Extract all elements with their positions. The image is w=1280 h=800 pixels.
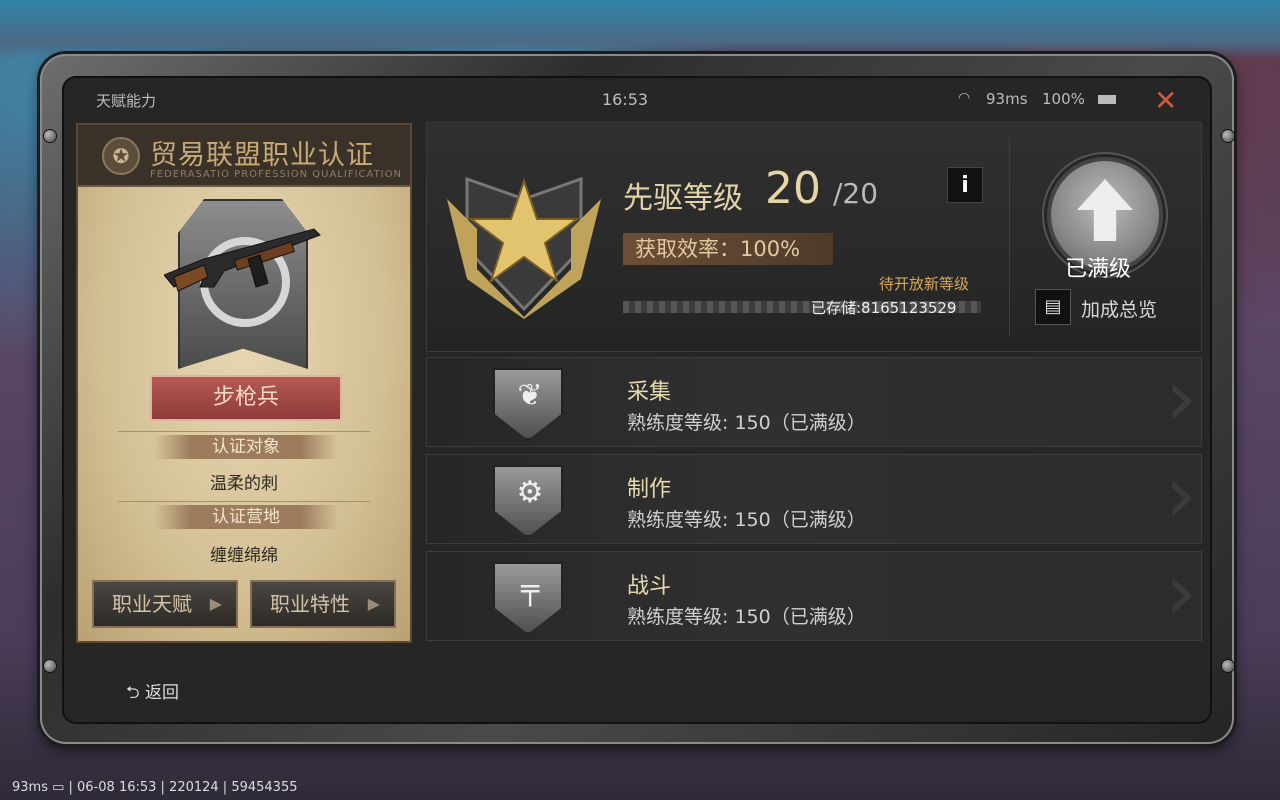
skill-name: 制作 [627, 477, 672, 502]
divider [118, 501, 370, 502]
class-name-badge: 步枪兵 [150, 375, 342, 421]
camp-value: 缠缠绵绵 [210, 546, 278, 566]
pioneer-level-label: 先驱等级 [623, 181, 743, 216]
arrow-up-icon [1077, 179, 1133, 241]
background-sky [0, 0, 1280, 60]
clock: 16:53 [602, 90, 649, 109]
chevron-right-icon: ▶ [209, 594, 222, 613]
rifle-icon [164, 228, 321, 292]
class-trait-button[interactable]: 职业特性 ▶ [250, 580, 396, 628]
certification-title: 贸易联盟职业认证 [150, 140, 374, 171]
battery-icon [1098, 95, 1116, 104]
frame-bolt [44, 130, 56, 142]
divider [1009, 137, 1010, 337]
efficiency-badge: 获取效率：100% [623, 233, 833, 265]
ping-value: 93ms [986, 90, 1028, 108]
federation-logo-icon: ✪ [102, 137, 140, 175]
screen-title: 天赋能力 [96, 92, 157, 110]
stored-experience: 已存储:8165123529 [811, 299, 957, 317]
smg-icon: ╤ [493, 562, 563, 634]
clipboard-icon: ▤ [1035, 289, 1071, 325]
target-label: 认证对象 [154, 435, 338, 459]
info-button[interactable]: i [947, 167, 983, 203]
target-value: 温柔的刺 [210, 474, 278, 494]
certification-subtitle: FEDERASATIO PROFESSION QUALIFICATION [150, 169, 402, 180]
class-talent-label: 职业天赋 [112, 592, 192, 616]
wifi-icon: ◠ [958, 90, 971, 106]
chevron-right-icon: › [1165, 351, 1197, 444]
chevron-right-icon: › [1165, 545, 1197, 638]
chevron-right-icon: › [1165, 448, 1197, 541]
status-bar: 天赋能力 16:53 ◠ 93ms 100% ✕ [62, 84, 1212, 117]
leaf-icon: ❦ [493, 368, 563, 440]
back-button[interactable]: ⮌ 返回 [126, 678, 179, 709]
divider [118, 431, 370, 432]
star-rank-badge-icon [447, 176, 601, 319]
certification-panel: ✪ 贸易联盟职业认证 FEDERASATIO PROFESSION QUALIF… [76, 123, 412, 643]
skill-name: 战斗 [627, 574, 672, 599]
close-button[interactable]: ✕ [1154, 84, 1177, 117]
camp-label: 认证营地 [154, 505, 338, 529]
skill-name: 采集 [627, 380, 672, 405]
skill-proficiency: 熟练度等级: 150（已满级） [627, 509, 866, 531]
battery-percent: 100% [1042, 90, 1085, 108]
pioneer-level-max: /20 [833, 177, 879, 210]
pioneer-level-card: 先驱等级 20 /20 i 获取效率：100% 待开放新等级 已存储:81651… [426, 122, 1202, 352]
maxed-label: 已满级 [1065, 257, 1132, 282]
skill-row-gathering[interactable]: ❦ 采集 熟练度等级: 150（已满级） › [426, 357, 1202, 447]
frame-bolt [44, 660, 56, 672]
skill-row-combat[interactable]: ╤ 战斗 熟练度等级: 150（已满级） › [426, 551, 1202, 641]
class-trait-label: 职业特性 [270, 592, 350, 616]
bonus-overview-label: 加成总览 [1081, 299, 1158, 321]
frame-bolt [1222, 660, 1234, 672]
chevron-right-icon: ▶ [367, 594, 380, 613]
frame-bolt [1222, 130, 1234, 142]
bottom-info-bar: 93ms ▭ | 06-08 16:53 | 220124 | 59454355 [12, 780, 298, 795]
skill-proficiency: 熟练度等级: 150（已满级） [627, 606, 866, 628]
skill-proficiency: 熟练度等级: 150（已满级） [627, 412, 866, 434]
class-talent-button[interactable]: 职业天赋 ▶ [92, 580, 238, 628]
pioneer-level-value: 20 [765, 163, 821, 214]
gear-hammer-icon: ⚙ [493, 465, 563, 537]
pending-level-text: 待开放新等级 [879, 275, 970, 293]
certification-header: ✪ 贸易联盟职业认证 FEDERASATIO PROFESSION QUALIF… [78, 125, 410, 187]
skill-row-crafting[interactable]: ⚙ 制作 熟练度等级: 150（已满级） › [426, 454, 1202, 544]
